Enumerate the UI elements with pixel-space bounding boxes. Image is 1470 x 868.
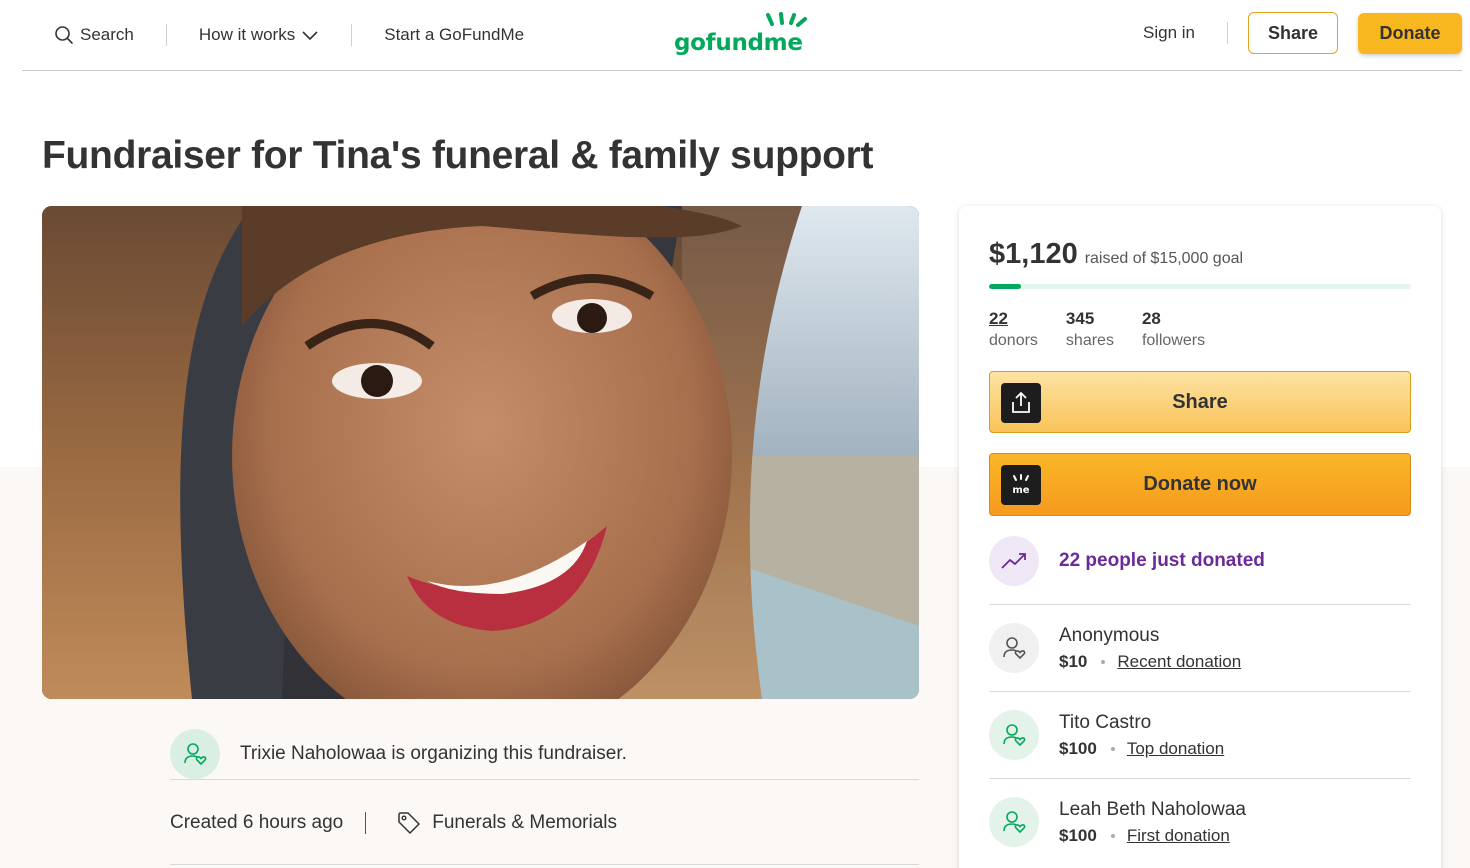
- nav-left: Search How it works Start a GoFundMe: [54, 0, 524, 70]
- organizer-text: Trixie Naholowaa is organizing this fund…: [240, 743, 627, 764]
- donor-item: Anonymous $10 Recent donation: [989, 604, 1411, 691]
- nav-start-gofundme[interactable]: Start a GoFundMe: [384, 25, 524, 45]
- donor-info: Tito Castro $100 Top donation: [1059, 712, 1224, 759]
- nav-divider: [351, 24, 353, 46]
- user-heart-icon: [1003, 724, 1026, 747]
- donate-now-button[interactable]: me Donate now: [989, 453, 1411, 516]
- chevron-down-icon: [302, 31, 318, 41]
- share-icon-box: [1001, 383, 1041, 423]
- user-heart-icon: [184, 743, 207, 766]
- nav-divider: [165, 24, 167, 46]
- gofundme-logo[interactable]: gofundme: [674, 12, 814, 58]
- nav-start-label: Start a GoFundMe: [384, 25, 525, 44]
- top-nav: Search How it works Start a GoFundMe gof…: [22, 0, 1462, 71]
- donor-info: Anonymous $10 Recent donation: [1059, 625, 1241, 672]
- donor-line: $100 Top donation: [1059, 739, 1224, 759]
- nav-how-it-works[interactable]: How it works: [199, 25, 319, 45]
- separator-dot: [1101, 659, 1106, 664]
- progress-bar: [989, 284, 1411, 289]
- meta-divider: [365, 812, 367, 834]
- share-button-top[interactable]: Share: [1248, 12, 1338, 54]
- nav-how-label: How it works: [198, 25, 296, 44]
- stat-label: donors: [989, 332, 1038, 349]
- donor-name: Tito Castro: [1059, 711, 1152, 733]
- progress-fill: [989, 284, 1021, 289]
- category-label: Funerals & Memorials: [432, 812, 618, 833]
- fundraiser-photo: [42, 206, 919, 699]
- organizer-avatar: [170, 729, 220, 779]
- svg-text:me: me: [1012, 485, 1029, 496]
- nav-search-label: Search: [80, 25, 134, 44]
- raised-amount: $1,120: [989, 238, 1078, 270]
- donor-amount: $100: [1059, 738, 1097, 758]
- donor-name: Anonymous: [1059, 624, 1160, 646]
- donate-button-top[interactable]: Donate: [1358, 12, 1462, 54]
- donor-item: Leah Beth Naholowaa $100 First donation: [989, 778, 1411, 865]
- page-title: Fundraiser for Tina's funeral & family s…: [42, 134, 874, 177]
- user-heart-icon: [1003, 811, 1026, 834]
- donor-tag-link[interactable]: First donation: [1127, 826, 1230, 846]
- donate-icon-box: me: [1001, 465, 1041, 505]
- donor-list: Anonymous $10 Recent donation Tito Castr…: [989, 604, 1411, 865]
- logo-sun-icon: [766, 12, 807, 27]
- donor-avatar: [989, 797, 1039, 847]
- stat-number: 345: [1065, 309, 1095, 328]
- donor-info: Leah Beth Naholowaa $100 First donation: [1059, 799, 1246, 846]
- stat-number: 28: [1141, 309, 1161, 328]
- donor-avatar: [989, 623, 1039, 673]
- sign-in-link[interactable]: Sign in: [1143, 23, 1195, 43]
- category-link[interactable]: Funerals & Memorials: [396, 801, 617, 836]
- trend-icon-circle: [989, 536, 1039, 586]
- donor-line: $10 Recent donation: [1059, 652, 1241, 672]
- donor-tag-link[interactable]: Recent donation: [1117, 652, 1241, 672]
- fundraiser-meta-row: Created 6 hours ago Funerals & Memorials: [170, 801, 919, 865]
- tag-icon: [398, 812, 420, 834]
- stat-followers: 28 followers: [1142, 309, 1205, 350]
- raised-summary: $1,120 raised of $15,000 goal: [989, 238, 1243, 271]
- stats-row: 22 donors 345 shares 28 followers: [989, 309, 1217, 350]
- donate-now-label: Donate now: [1143, 473, 1257, 495]
- share-upload-icon: [1012, 391, 1030, 413]
- donor-amount: $10: [1059, 651, 1088, 671]
- created-time: Created 6 hours ago: [170, 812, 344, 833]
- stat-donors[interactable]: 22 donors: [989, 309, 1038, 350]
- search-icon: [55, 26, 73, 44]
- share-button-label: Share: [1172, 390, 1228, 413]
- nav-divider: [1227, 22, 1228, 44]
- goal-text: raised of $15,000 goal: [1084, 250, 1244, 267]
- nav-search[interactable]: Search: [54, 25, 134, 45]
- separator-dot: [1110, 833, 1115, 838]
- recent-donations-trend[interactable]: 22 people just donated: [989, 536, 1265, 586]
- share-button[interactable]: Share: [989, 371, 1411, 433]
- stat-label: followers: [1141, 332, 1206, 349]
- donor-item: Tito Castro $100 Top donation: [989, 691, 1411, 778]
- portrait-illustration: [42, 206, 919, 699]
- stat-shares: 345 shares: [1066, 309, 1114, 350]
- logo-wordmark: gofundme: [674, 30, 803, 56]
- donor-line: $100 First donation: [1059, 826, 1246, 846]
- trend-text: 22 people just donated: [1059, 550, 1265, 571]
- nav-right: Sign in Share Donate: [1143, 12, 1462, 54]
- separator-dot: [1110, 746, 1115, 751]
- donation-card: $1,120 raised of $15,000 goal 22 donors …: [959, 206, 1441, 868]
- stat-number: 22: [989, 309, 1008, 328]
- organizer-row: Trixie Naholowaa is organizing this fund…: [170, 729, 919, 780]
- donor-name: Leah Beth Naholowaa: [1059, 798, 1246, 820]
- trending-up-icon: [1001, 553, 1026, 569]
- stat-label: shares: [1065, 332, 1114, 349]
- user-heart-icon: [1003, 637, 1026, 660]
- gofundme-me-icon: me: [1012, 474, 1030, 496]
- donor-tag-link[interactable]: Top donation: [1127, 739, 1224, 759]
- donor-avatar: [989, 710, 1039, 760]
- donor-amount: $100: [1059, 825, 1097, 845]
